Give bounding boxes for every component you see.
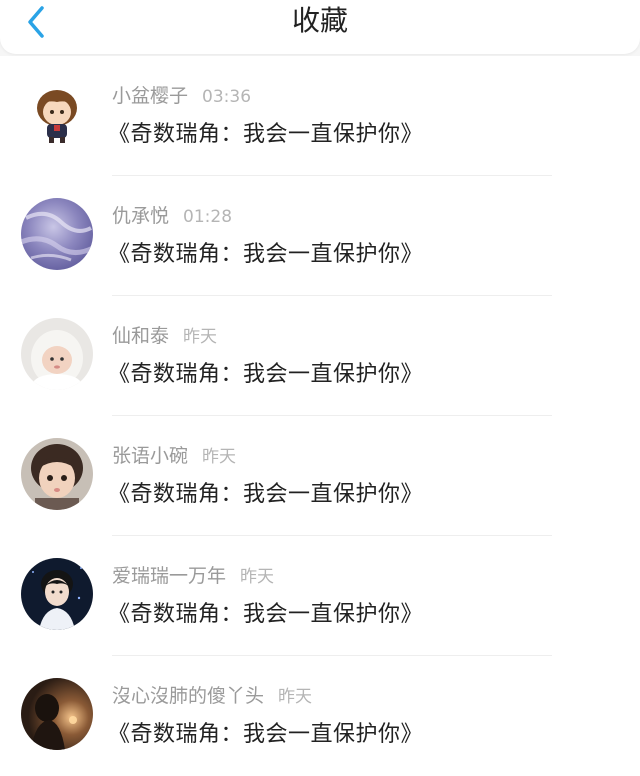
sender-name: 仇承悦 — [112, 205, 170, 227]
message-preview: 《奇数瑞角：我会一直保护你》 — [108, 242, 424, 267]
list-item[interactable]: 小盆樱子 03:36 《奇数瑞角：我会一直保护你》 — [0, 56, 640, 176]
timestamp: 昨天 — [183, 327, 218, 347]
avatar[interactable] — [21, 198, 93, 270]
message-preview: 《奇数瑞角：我会一直保护你》 — [108, 482, 424, 507]
favorites-list: 小盆樱子 03:36 《奇数瑞角：我会一直保护你》 仇承悦 01:28 《奇数瑞… — [0, 56, 640, 776]
avatar[interactable] — [21, 438, 93, 510]
timestamp: 昨天 — [202, 447, 237, 467]
message-preview: 《奇数瑞角：我会一直保护你》 — [108, 122, 424, 147]
avatar[interactable] — [21, 678, 93, 750]
timestamp: 昨天 — [240, 567, 275, 587]
sender-name: 爱瑞瑞一万年 — [112, 565, 227, 587]
list-item[interactable]: 沒心沒肺的傻丫头 昨天 《奇数瑞角：我会一直保护你》 — [0, 656, 640, 776]
top-bar: 收藏 — [0, 0, 640, 54]
sender-name: 张语小碗 — [112, 445, 189, 467]
item-meta: 仇承悦 01:28 — [112, 202, 232, 230]
item-meta: 爱瑞瑞一万年 昨天 — [112, 562, 274, 590]
message-preview: 《奇数瑞角：我会一直保护你》 — [108, 362, 424, 387]
timestamp: 昨天 — [278, 687, 313, 707]
sender-name: 仙和泰 — [112, 325, 170, 347]
item-meta: 小盆樱子 03:36 — [112, 82, 251, 110]
timestamp: 03:36 — [202, 87, 252, 107]
item-meta: 张语小碗 昨天 — [112, 442, 236, 470]
timestamp: 01:28 — [183, 207, 233, 227]
avatar[interactable] — [21, 318, 93, 390]
sender-name: 小盆樱子 — [112, 85, 189, 107]
item-meta: 仙和泰 昨天 — [112, 322, 217, 350]
page-title: 收藏 — [291, 4, 348, 37]
list-item[interactable]: 仙和泰 昨天 《奇数瑞角：我会一直保护你》 — [0, 296, 640, 416]
item-meta: 沒心沒肺的傻丫头 昨天 — [112, 682, 312, 710]
sender-name: 沒心沒肺的傻丫头 — [112, 685, 265, 707]
message-preview: 《奇数瑞角：我会一直保护你》 — [108, 722, 424, 747]
list-item[interactable]: 张语小碗 昨天 《奇数瑞角：我会一直保护你》 — [0, 416, 640, 536]
avatar[interactable] — [21, 558, 93, 630]
message-preview: 《奇数瑞角：我会一直保护你》 — [108, 602, 424, 627]
list-item[interactable]: 爱瑞瑞一万年 昨天 《奇数瑞角：我会一直保护你》 — [0, 536, 640, 656]
avatar[interactable] — [21, 78, 93, 150]
list-item[interactable]: 仇承悦 01:28 《奇数瑞角：我会一直保护你》 — [0, 176, 640, 296]
